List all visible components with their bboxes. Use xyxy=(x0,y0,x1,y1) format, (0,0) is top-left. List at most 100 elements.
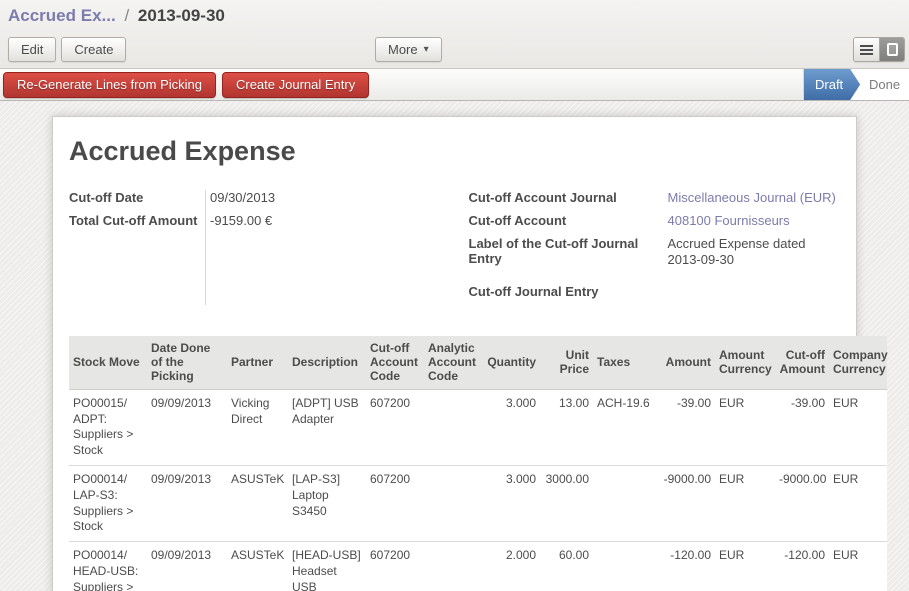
cell-amount-currency: EUR xyxy=(715,465,775,541)
table-row[interactable]: PO00014/ HEAD-USB: Suppliers > Stock 09/… xyxy=(69,542,887,591)
col-header-quantity[interactable]: Quantity xyxy=(480,336,540,390)
cell-unit-price: 13.00 xyxy=(540,389,593,465)
field-row-cutoff-account: Cut-off Account 408100 Fournisseurs xyxy=(469,212,841,235)
cutoff-date-value: 09/30/2013 xyxy=(200,190,275,205)
table-row[interactable]: PO00014/ LAP-S3: Suppliers > Stock 09/09… xyxy=(69,465,887,541)
cell-cutoff-account-code: 607200 xyxy=(366,465,424,541)
cell-amount: -9000.00 xyxy=(655,465,715,541)
list-icon xyxy=(860,45,873,55)
top-header: Accrued Ex... / 2013-09-30 Edit Create M… xyxy=(0,0,909,68)
breadcrumb-parent-link[interactable]: Accrued Ex... xyxy=(8,6,116,25)
cell-description: [ADPT] USB Adapter xyxy=(288,389,366,465)
cell-date-done: 09/09/2013 xyxy=(147,465,227,541)
col-header-unit-price[interactable]: Unit Price xyxy=(540,336,593,390)
field-groups: Cut-off Date 09/30/2013 Total Cut-off Am… xyxy=(69,189,840,306)
cutoff-lines-table: Stock Move Date Done of the Picking Part… xyxy=(69,336,887,591)
form-view-button[interactable] xyxy=(879,38,904,61)
page-title: Accrued Expense xyxy=(69,136,840,167)
form-sheet: Accrued Expense Cut-off Date 09/30/2013 … xyxy=(52,116,857,591)
col-header-amount-currency[interactable]: Amount Currency xyxy=(715,336,775,390)
cell-unit-price: 60.00 xyxy=(540,542,593,591)
cutoff-account-link[interactable]: 408100 Fournisseurs xyxy=(668,213,841,229)
cell-quantity: 3.000 xyxy=(480,465,540,541)
status-state-done[interactable]: Done xyxy=(860,69,909,100)
list-view-button[interactable] xyxy=(854,38,879,61)
cell-analytic-account-code xyxy=(424,465,480,541)
cell-cutoff-amount: -39.00 xyxy=(775,389,829,465)
field-row-cutoff-date: Cut-off Date 09/30/2013 xyxy=(69,189,455,212)
col-header-company-currency[interactable]: Company Currency xyxy=(829,336,887,390)
edit-create-group: Edit Create xyxy=(8,37,126,62)
breadcrumb-separator: / xyxy=(124,6,129,25)
view-switcher xyxy=(853,37,905,62)
cell-analytic-account-code xyxy=(424,542,480,591)
col-header-date-done[interactable]: Date Done of the Picking xyxy=(147,336,227,390)
cell-cutoff-account-code: 607200 xyxy=(366,542,424,591)
cell-partner: ASUSTeK xyxy=(227,465,288,541)
more-label: More xyxy=(388,42,418,57)
cell-company-currency: EUR xyxy=(829,389,887,465)
breadcrumb-current: 2013-09-30 xyxy=(138,6,225,25)
cell-taxes xyxy=(593,542,655,591)
chevron-down-icon: ▾ xyxy=(424,45,429,55)
col-header-description[interactable]: Description xyxy=(288,336,366,390)
cell-description: [LAP-S3] Laptop S3450 xyxy=(288,465,366,541)
field-row-journal-entry-label: Label of the Cut-off Journal Entry Accru… xyxy=(469,235,841,270)
cutoff-date-label: Cut-off Date xyxy=(69,190,200,205)
field-row-cutoff-journal-entry: Cut-off Journal Entry xyxy=(469,283,841,306)
col-header-cutoff-amount[interactable]: Cut-off Amount xyxy=(775,336,829,390)
create-button[interactable]: Create xyxy=(61,37,126,62)
field-group-right: Cut-off Account Journal Miscellaneous Jo… xyxy=(455,189,841,306)
edit-button[interactable]: Edit xyxy=(8,37,56,62)
more-dropdown-button[interactable]: More ▾ xyxy=(375,37,442,62)
cell-quantity: 3.000 xyxy=(480,389,540,465)
status-state-draft[interactable]: Draft xyxy=(804,69,860,100)
cutoff-journal-entry-label: Cut-off Journal Entry xyxy=(469,284,668,299)
cell-amount: -120.00 xyxy=(655,542,715,591)
journal-entry-label-value: Accrued Expense dated 2013-09-30 xyxy=(668,236,841,269)
cell-unit-price: 3000.00 xyxy=(540,465,593,541)
form-icon xyxy=(887,43,898,56)
col-header-amount[interactable]: Amount xyxy=(655,336,715,390)
cell-partner: ASUSTeK xyxy=(227,542,288,591)
cell-date-done: 09/09/2013 xyxy=(147,542,227,591)
cell-taxes: ACH-19.6 xyxy=(593,389,655,465)
cell-company-currency: EUR xyxy=(829,542,887,591)
cell-quantity: 2.000 xyxy=(480,542,540,591)
odoo-window: Accrued Ex... / 2013-09-30 Edit Create M… xyxy=(0,0,909,591)
regenerate-lines-button[interactable]: Re-Generate Lines from Picking xyxy=(3,72,216,98)
cell-cutoff-amount: -9000.00 xyxy=(775,465,829,541)
cell-stock-move: PO00014/ HEAD-USB: Suppliers > Stock xyxy=(69,542,147,591)
cell-description: [HEAD-USB] Headset USB xyxy=(288,542,366,591)
cell-company-currency: EUR xyxy=(829,465,887,541)
cell-stock-move: PO00015/ ADPT: Suppliers > Stock xyxy=(69,389,147,465)
cell-taxes xyxy=(593,465,655,541)
breadcrumb: Accrued Ex... / 2013-09-30 xyxy=(0,0,909,30)
cell-amount-currency: EUR xyxy=(715,542,775,591)
field-group-left: Cut-off Date 09/30/2013 Total Cut-off Am… xyxy=(69,189,455,306)
table-header-row: Stock Move Date Done of the Picking Part… xyxy=(69,336,887,390)
statusbar: Draft Done xyxy=(803,69,909,100)
action-button-strip: Re-Generate Lines from Picking Create Jo… xyxy=(0,68,909,101)
cutoff-account-label: Cut-off Account xyxy=(469,213,668,228)
create-journal-entry-button[interactable]: Create Journal Entry xyxy=(222,72,369,98)
col-header-partner[interactable]: Partner xyxy=(227,336,288,390)
col-header-stock-move[interactable]: Stock Move xyxy=(69,336,147,390)
col-header-analytic-account-code[interactable]: Analytic Account Code xyxy=(424,336,480,390)
content-background: Accrued Expense Cut-off Date 09/30/2013 … xyxy=(0,101,909,591)
total-cutoff-amount-value: -9159.00 € xyxy=(200,213,272,228)
cutoff-account-journal-link[interactable]: Miscellaneous Journal (EUR) xyxy=(668,190,841,206)
cell-cutoff-amount: -120.00 xyxy=(775,542,829,591)
col-header-taxes[interactable]: Taxes xyxy=(593,336,655,390)
cell-amount-currency: EUR xyxy=(715,389,775,465)
field-row-cutoff-account-journal: Cut-off Account Journal Miscellaneous Jo… xyxy=(469,189,841,212)
journal-entry-label-label: Label of the Cut-off Journal Entry xyxy=(469,236,668,266)
table-row[interactable]: PO00015/ ADPT: Suppliers > Stock 09/09/2… xyxy=(69,389,887,465)
cell-amount: -39.00 xyxy=(655,389,715,465)
cell-stock-move: PO00014/ LAP-S3: Suppliers > Stock xyxy=(69,465,147,541)
field-row-total-cutoff-amount: Total Cut-off Amount -9159.00 € xyxy=(69,212,455,235)
cell-partner: Vicking Direct xyxy=(227,389,288,465)
cell-analytic-account-code xyxy=(424,389,480,465)
cutoff-account-journal-label: Cut-off Account Journal xyxy=(469,190,668,205)
col-header-cutoff-account-code[interactable]: Cut-off Account Code xyxy=(366,336,424,390)
